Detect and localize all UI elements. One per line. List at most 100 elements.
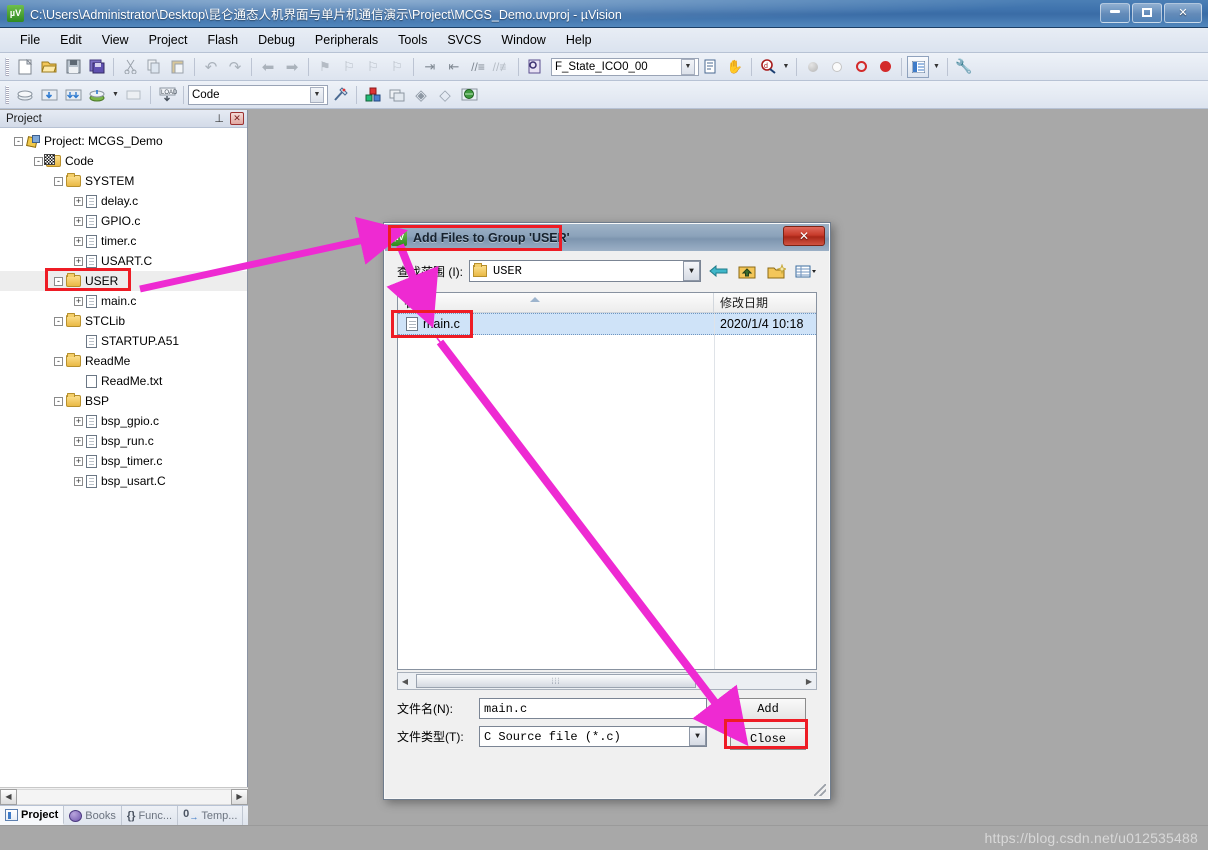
batch-build-dropdown-icon[interactable]: ▼: [110, 84, 121, 106]
tree-item-project-mcgs-demo[interactable]: - Project: MCGS_Demo: [0, 131, 247, 151]
expand-toggle-icon[interactable]: +: [74, 296, 83, 306]
tree-item-stclib[interactable]: - STCLib: [0, 311, 247, 331]
redo-icon[interactable]: ↷: [224, 56, 246, 78]
manage-multi-project-icon[interactable]: [386, 84, 408, 106]
tree-item-system[interactable]: - SYSTEM: [0, 171, 247, 191]
menu-item-tools[interactable]: Tools: [388, 30, 437, 50]
collapse-toggle-icon[interactable]: -: [54, 176, 63, 186]
menu-item-flash[interactable]: Flash: [197, 30, 248, 50]
expand-toggle-icon[interactable]: +: [74, 456, 83, 466]
expand-toggle-icon[interactable]: +: [74, 196, 83, 206]
download-icon[interactable]: LOAD: [156, 84, 178, 106]
project-tree[interactable]: - Project: MCGS_Demo - Code - SYSTEM + delay.c +…: [0, 128, 247, 787]
expand-toggle-icon[interactable]: +: [74, 216, 83, 226]
collapse-toggle-icon[interactable]: -: [14, 136, 23, 146]
tree-item-bsp-run-c[interactable]: + bsp_run.c: [0, 431, 247, 451]
bookmark-toggle-icon[interactable]: ⚑: [314, 56, 336, 78]
packs-icon[interactable]: ◇: [434, 84, 456, 106]
project-window-icon[interactable]: [907, 55, 929, 78]
file-list[interactable]: 名称 修改日期 main.c 2020/1/4 10:18: [397, 292, 817, 670]
column-header-name[interactable]: 名称: [398, 293, 714, 312]
uncomment-icon[interactable]: //≢: [491, 56, 513, 78]
tab-project[interactable]: Project: [0, 806, 65, 825]
navigate-forward-icon[interactable]: ➡: [281, 56, 303, 78]
save-all-icon[interactable]: [86, 56, 108, 78]
tree-item-bsp-gpio-c[interactable]: + bsp_gpio.c: [0, 411, 247, 431]
project-tree-hscrollbar[interactable]: ◀ ▶: [0, 787, 248, 805]
expand-toggle-icon[interactable]: +: [74, 476, 83, 486]
up-one-level-icon[interactable]: [735, 260, 759, 282]
pin-icon[interactable]: ⊥: [214, 112, 224, 125]
code-label-combo[interactable]: F_State_ICO0_00 ▼: [551, 57, 699, 76]
target-combo[interactable]: Code ▼: [188, 84, 328, 105]
collapse-toggle-icon[interactable]: -: [54, 356, 63, 366]
new-file-icon[interactable]: [14, 56, 36, 78]
insert-file-icon[interactable]: [700, 56, 722, 78]
chevron-down-icon[interactable]: ▼: [689, 727, 706, 746]
open-file-icon[interactable]: [38, 56, 60, 78]
outdent-icon[interactable]: ⇤: [443, 56, 465, 78]
breakpoint-empty-icon[interactable]: [826, 56, 848, 78]
rebuild-icon[interactable]: [62, 84, 84, 106]
expand-toggle-icon[interactable]: +: [74, 416, 83, 426]
menu-item-view[interactable]: View: [92, 30, 139, 50]
file-name-input[interactable]: main.c: [479, 698, 707, 719]
collapse-toggle-icon[interactable]: -: [54, 276, 63, 286]
menu-item-file[interactable]: File: [10, 30, 50, 50]
menu-item-debug[interactable]: Debug: [248, 30, 305, 50]
tree-item-code[interactable]: - Code: [0, 151, 247, 171]
tab-functions[interactable]: {} Func...: [122, 806, 179, 825]
scroll-left-button[interactable]: ◀: [398, 677, 412, 686]
menu-item-window[interactable]: Window: [491, 30, 555, 50]
tree-item-gpio-c[interactable]: + GPIO.c: [0, 211, 247, 231]
cut-icon[interactable]: [119, 56, 141, 78]
breakpoint-kill-icon[interactable]: [850, 56, 872, 78]
add-button[interactable]: Add: [730, 698, 806, 720]
debug-search-dropdown-icon[interactable]: ▼: [781, 56, 791, 78]
column-header-date[interactable]: 修改日期: [714, 293, 816, 312]
file-type-combo[interactable]: C Source file (*.c) ▼: [479, 726, 707, 747]
build-icon[interactable]: [38, 84, 60, 106]
collapse-toggle-icon[interactable]: -: [54, 316, 63, 326]
close-icon[interactable]: ✕: [230, 112, 244, 125]
minimize-button[interactable]: [1100, 3, 1130, 23]
bookmark-clear-icon[interactable]: ⚐: [386, 56, 408, 78]
copy-icon[interactable]: [143, 56, 165, 78]
collapse-toggle-icon[interactable]: -: [54, 396, 63, 406]
toolbar-grip[interactable]: [5, 85, 9, 104]
undo-icon[interactable]: ↶: [200, 56, 222, 78]
file-list-row[interactable]: main.c 2020/1/4 10:18: [398, 313, 816, 335]
project-window-dropdown-icon[interactable]: ▼: [931, 56, 942, 78]
menu-item-edit[interactable]: Edit: [50, 30, 92, 50]
pack-installer-icon[interactable]: [458, 84, 480, 106]
views-icon[interactable]: [793, 260, 817, 282]
stop-build-icon[interactable]: [123, 84, 145, 106]
find-target-icon[interactable]: ✋: [724, 56, 746, 78]
find-in-files-icon[interactable]: [524, 56, 546, 78]
tab-books[interactable]: Books: [64, 806, 122, 825]
save-icon[interactable]: [62, 56, 84, 78]
tree-item-user[interactable]: - USER: [0, 271, 247, 291]
back-icon[interactable]: [706, 260, 730, 282]
toolbar-grip[interactable]: [5, 57, 9, 76]
menu-item-help[interactable]: Help: [556, 30, 602, 50]
close-button[interactable]: ✕: [1164, 3, 1202, 23]
tree-item-bsp-timer-c[interactable]: + bsp_timer.c: [0, 451, 247, 471]
tree-item-usart-c[interactable]: + USART.C: [0, 251, 247, 271]
manage-project-items-icon[interactable]: [362, 84, 384, 106]
scroll-left-button[interactable]: ◀: [0, 788, 17, 805]
tree-item-main-c[interactable]: + main.c: [0, 291, 247, 311]
chevron-down-icon[interactable]: ▼: [681, 58, 695, 75]
components-icon[interactable]: ◈: [410, 84, 432, 106]
resize-grip[interactable]: [814, 784, 826, 796]
tab-templates[interactable]: 0→ Temp...: [178, 806, 244, 825]
menu-item-project[interactable]: Project: [139, 30, 198, 50]
collapse-toggle-icon[interactable]: -: [34, 156, 43, 166]
paste-icon[interactable]: [167, 56, 189, 78]
breakpoint-disable-all-icon[interactable]: [874, 56, 896, 78]
scroll-right-button[interactable]: ▶: [802, 677, 816, 686]
maximize-button[interactable]: [1132, 3, 1162, 23]
menu-item-svcs[interactable]: SVCS: [437, 30, 491, 50]
chevron-down-icon[interactable]: ▼: [683, 261, 700, 281]
tree-item-timer-c[interactable]: + timer.c: [0, 231, 247, 251]
